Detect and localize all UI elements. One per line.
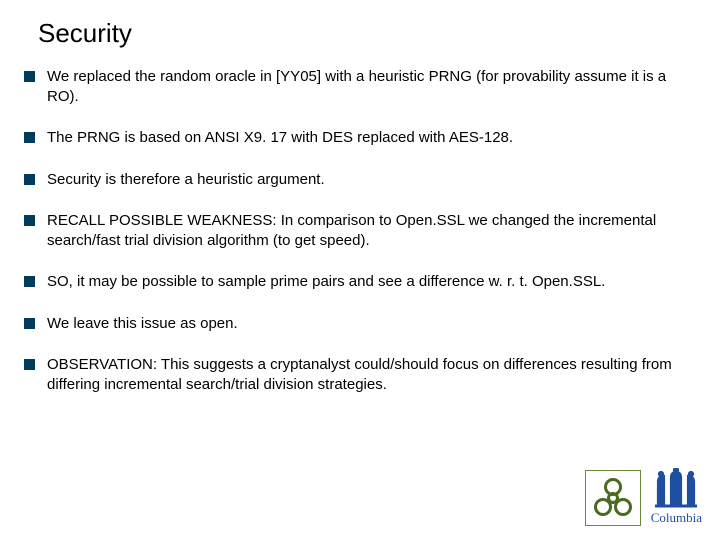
- bullet-icon: [24, 174, 35, 185]
- slide: Security We replaced the random oracle i…: [0, 0, 720, 540]
- list-item: SO, it may be possible to sample prime p…: [24, 272, 696, 292]
- logo-area: Columbia: [585, 468, 702, 526]
- list-item: OBSERVATION: This suggests a cryptanalys…: [24, 355, 696, 394]
- bullet-text: Security is therefore a heuristic argume…: [47, 170, 696, 190]
- list-item: Security is therefore a heuristic argume…: [24, 170, 696, 190]
- bullet-text: SO, it may be possible to sample prime p…: [47, 272, 696, 292]
- bullet-icon: [24, 318, 35, 329]
- columbia-logo: Columbia: [651, 468, 702, 526]
- list-item: The PRNG is based on ANSI X9. 17 with DE…: [24, 128, 696, 148]
- bullet-icon: [24, 276, 35, 287]
- bullet-icon: [24, 71, 35, 82]
- bullet-text: The PRNG is based on ANSI X9. 17 with DE…: [47, 128, 696, 148]
- bullet-text: We replaced the random oracle in [YY05] …: [47, 67, 696, 106]
- bullet-icon: [24, 359, 35, 370]
- biohazard-icon: [585, 470, 641, 526]
- bullet-text: OBSERVATION: This suggests a cryptanalys…: [47, 355, 696, 394]
- bullet-text: RECALL POSSIBLE WEAKNESS: In comparison …: [47, 211, 696, 250]
- bullet-text: We leave this issue as open.: [47, 314, 696, 334]
- bullet-icon: [24, 215, 35, 226]
- list-item: We leave this issue as open.: [24, 314, 696, 334]
- bullet-list: We replaced the random oracle in [YY05] …: [24, 67, 696, 394]
- list-item: We replaced the random oracle in [YY05] …: [24, 67, 696, 106]
- bullet-icon: [24, 132, 35, 143]
- slide-title: Security: [38, 18, 696, 49]
- list-item: RECALL POSSIBLE WEAKNESS: In comparison …: [24, 211, 696, 250]
- columbia-label: Columbia: [651, 510, 702, 526]
- crown-icon: [652, 468, 700, 508]
